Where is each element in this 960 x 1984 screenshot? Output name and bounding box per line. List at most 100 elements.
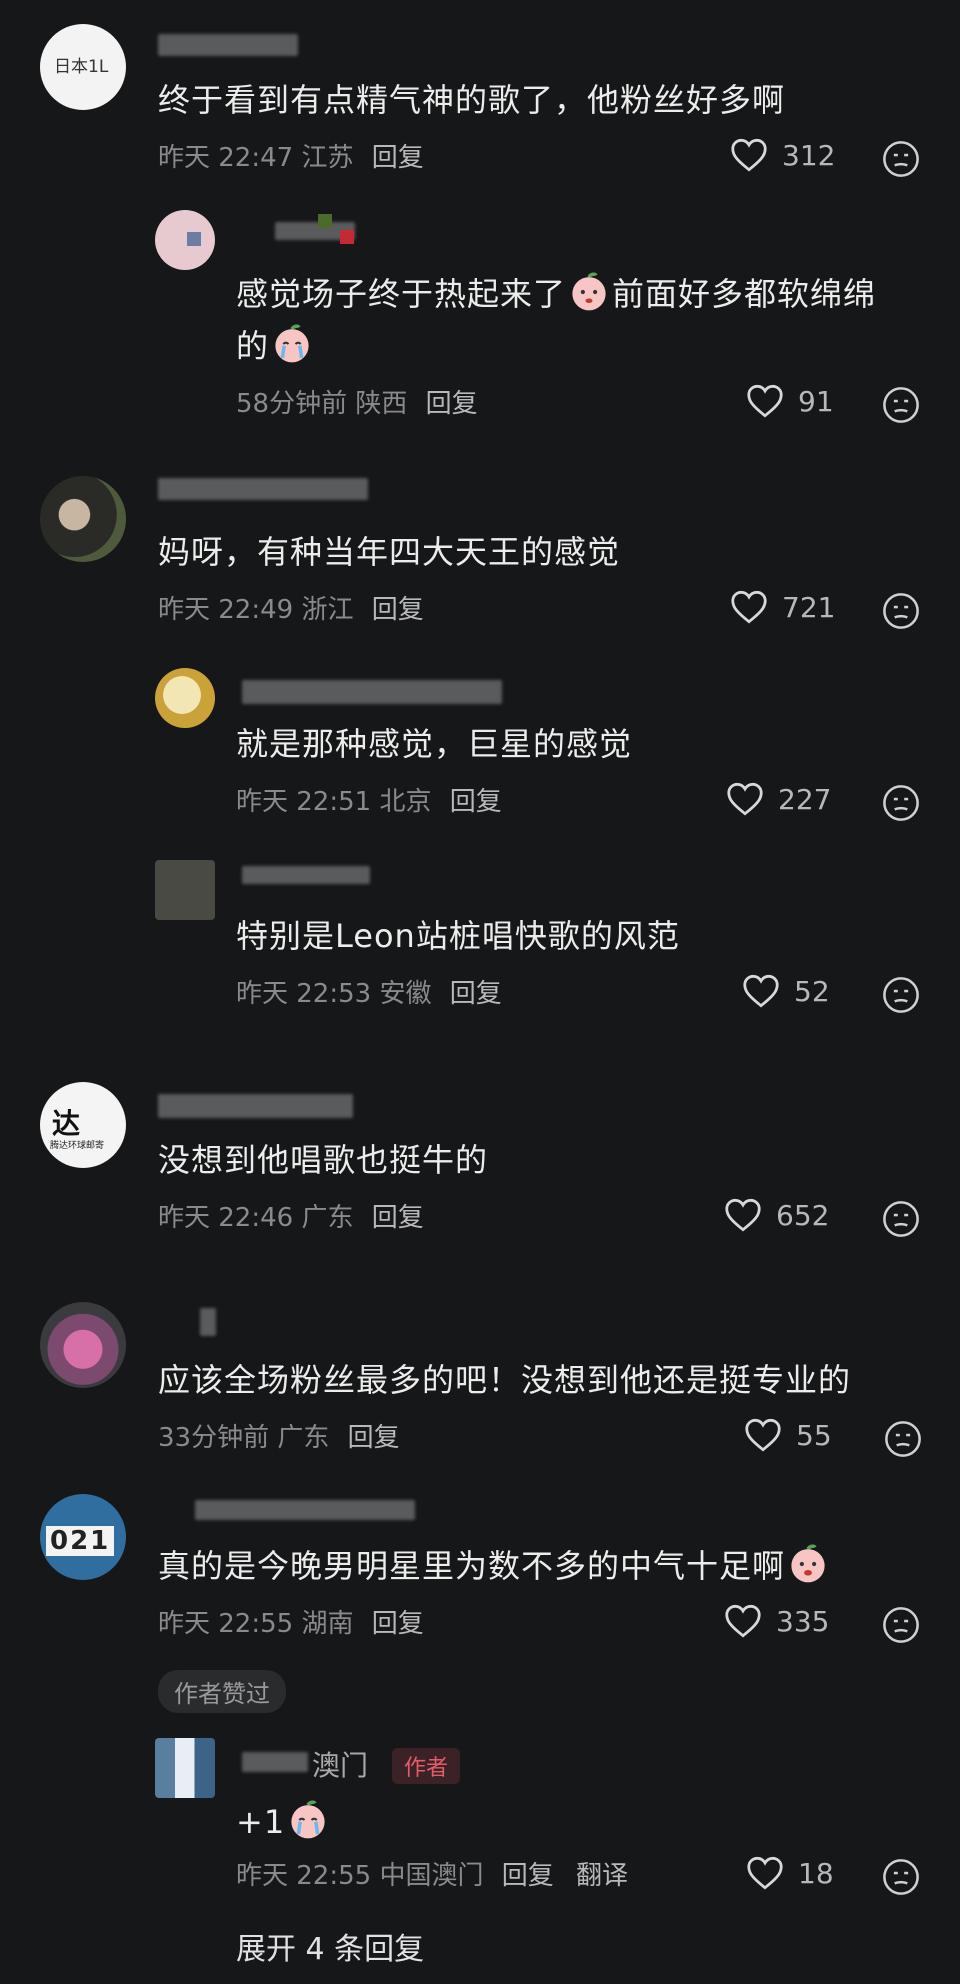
reply-button[interactable]: 回复 (372, 595, 424, 625)
like-button[interactable]: 335 (724, 1604, 829, 1638)
heart-outline-icon (747, 1856, 783, 1890)
avatar[interactable]: 021 (40, 1494, 126, 1580)
avatar[interactable] (40, 1302, 126, 1388)
comment-text-part: +1 (236, 1803, 286, 1841)
author-liked-badge: 作者赞过 (158, 1670, 286, 1713)
like-button[interactable]: 721 (730, 590, 835, 624)
meh-face-icon[interactable] (884, 1420, 922, 1458)
username-blurred[interactable] (158, 478, 368, 500)
like-button[interactable]: 52 (742, 974, 830, 1008)
meh-face-icon[interactable] (882, 592, 920, 630)
reply-button[interactable]: 回复 (348, 1423, 400, 1453)
like-count: 335 (776, 1604, 830, 1638)
meh-face-icon[interactable] (882, 976, 920, 1014)
avatar[interactable] (155, 860, 215, 920)
comment-meta: 昨天 22:47 江苏 回复 (158, 140, 424, 176)
meh-face-icon[interactable] (882, 784, 920, 822)
comment-time: 58分钟前 (236, 389, 348, 419)
like-button[interactable]: 312 (730, 138, 835, 172)
comment-text: 应该全场粉丝最多的吧！没想到他还是挺专业的 (158, 1361, 852, 1399)
username-blurred[interactable] (242, 680, 502, 704)
avatar[interactable] (155, 1738, 215, 1798)
username-blurred[interactable] (195, 1500, 415, 1520)
meh-face-icon[interactable] (882, 386, 920, 424)
username-blurred[interactable] (242, 1752, 308, 1772)
like-button[interactable]: 227 (726, 782, 831, 816)
reply-button[interactable]: 回复 (372, 143, 424, 173)
heart-outline-icon (747, 384, 783, 418)
comment-text: 就是那种感觉，巨星的感觉 (236, 725, 633, 763)
heart-outline-icon (745, 1418, 781, 1452)
comment-meta: 昨天 22:55 中国澳门 回复 翻译 (236, 1858, 628, 1894)
comment-time: 昨天 22:51 (236, 787, 372, 817)
comment-time: 昨天 22:47 (158, 143, 294, 173)
username-blurred[interactable] (158, 1094, 353, 1118)
like-button[interactable]: 18 (746, 1856, 834, 1890)
comment-meta: 昨天 22:53 安徽 回复 (236, 976, 502, 1012)
comment-text: +1 (236, 1796, 331, 1848)
comment-location: 中国澳门 (379, 1861, 484, 1891)
comment-text-part: 感觉场子终于热起来了 (236, 275, 567, 313)
expand-replies-button[interactable]: 展开 4 条回复 (236, 1924, 424, 1968)
crying-peach-emoji-icon (291, 1800, 325, 1839)
author-tag: 作者 (392, 1748, 461, 1784)
meh-face-icon[interactable] (882, 140, 920, 178)
comment-location: 广东 (301, 1203, 354, 1233)
comment-location: 浙江 (301, 595, 354, 625)
like-count: 227 (778, 782, 832, 816)
meh-face-icon[interactable] (882, 1606, 920, 1644)
like-count: 52 (794, 974, 830, 1008)
username-blurred[interactable] (158, 34, 298, 56)
comment-location: 湖南 (301, 1609, 354, 1639)
comment-text: 妈呀，有种当年四大天王的感觉 (158, 533, 621, 571)
avatar[interactable] (155, 210, 215, 270)
comment-location: 陕西 (355, 389, 408, 419)
meh-face-icon[interactable] (882, 1200, 920, 1238)
avatar[interactable]: 日本1L (40, 24, 126, 110)
comment-time: 昨天 22:55 (158, 1609, 294, 1639)
comment-time: 昨天 22:46 (158, 1203, 294, 1233)
avatar[interactable] (155, 668, 215, 728)
avatar-logo-text: 021 (46, 1526, 115, 1556)
comment-time: 昨天 22:53 (236, 979, 372, 1009)
username-blurred[interactable] (200, 1308, 216, 1336)
comment-location: 北京 (379, 787, 432, 817)
reply-button[interactable]: 回复 (502, 1861, 554, 1891)
comment-meta: 33分钟前 广东 回复 (158, 1420, 400, 1456)
username-suffix[interactable]: 澳门 (312, 1744, 368, 1784)
like-count: 91 (798, 384, 834, 418)
comment-time: 昨天 22:49 (158, 595, 294, 625)
comment-time: 昨天 22:55 (236, 1861, 372, 1891)
username-blurred[interactable] (242, 866, 370, 884)
comment-location: 广东 (277, 1423, 330, 1453)
avatar-logo-subtext: 腾达环球邮寄 (50, 1141, 105, 1151)
like-count: 652 (776, 1198, 830, 1232)
comment-meta: 昨天 22:55 湖南 回复 (158, 1606, 424, 1642)
comment-time: 33分钟前 (158, 1423, 270, 1453)
like-count: 55 (796, 1418, 832, 1452)
meh-face-icon[interactable] (882, 1858, 920, 1896)
reply-button[interactable]: 回复 (450, 787, 502, 817)
like-count: 721 (782, 590, 836, 624)
reply-button[interactable]: 回复 (426, 389, 478, 419)
comment-text-part: 前面好多都软绵绵 (612, 275, 877, 313)
like-button[interactable]: 652 (724, 1198, 829, 1232)
comment-meta: 昨天 22:51 北京 回复 (236, 784, 502, 820)
reply-button[interactable]: 回复 (372, 1203, 424, 1233)
avatar[interactable]: 达 腾达环球邮寄 (40, 1082, 126, 1168)
peach-emoji-icon (572, 272, 606, 311)
translate-button[interactable]: 翻译 (576, 1861, 628, 1891)
reply-button[interactable]: 回复 (450, 979, 502, 1009)
heart-outline-icon (725, 1198, 761, 1232)
like-count: 312 (782, 138, 836, 172)
heart-outline-icon (725, 1604, 761, 1638)
like-button[interactable]: 55 (744, 1418, 832, 1452)
avatar[interactable] (40, 476, 126, 562)
heart-outline-icon (731, 590, 767, 624)
comment-text: 终于看到有点精气神的歌了，他粉丝好多啊 (158, 81, 786, 119)
like-button[interactable]: 91 (746, 384, 834, 418)
comment-location: 江苏 (301, 143, 354, 173)
heart-outline-icon (727, 782, 763, 816)
reply-button[interactable]: 回复 (372, 1609, 424, 1639)
comment-meta: 昨天 22:46 广东 回复 (158, 1200, 424, 1236)
